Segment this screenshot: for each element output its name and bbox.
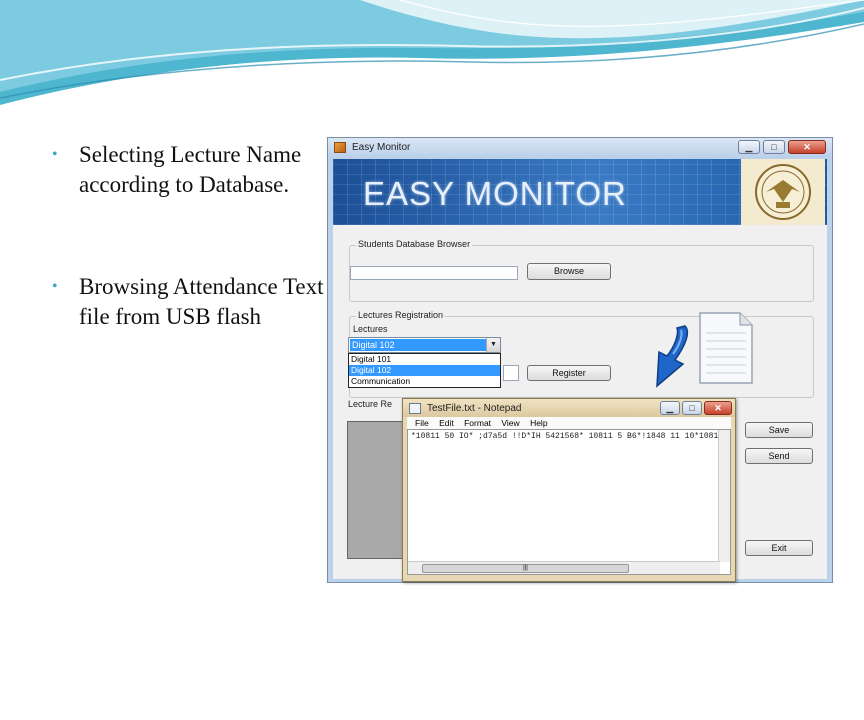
banner-title: EASY MONITOR	[363, 175, 627, 212]
lecture-report-label: Lecture Re	[348, 399, 393, 409]
window-title: Easy Monitor	[352, 142, 411, 153]
bullet-text: Selecting Lecture Name according to Data…	[79, 142, 302, 197]
register-button[interactable]: Register	[527, 365, 611, 381]
browse-button[interactable]: Browse	[527, 263, 611, 280]
minimize-button[interactable]: ▁	[738, 140, 760, 154]
notepad-title: TestFile.txt - Notepad	[427, 403, 522, 414]
window-titlebar: Easy Monitor ▁ □ ✕	[328, 138, 832, 158]
lectures-combobox[interactable]: Digital 102 ▼	[348, 337, 501, 353]
header-wave-decoration	[0, 0, 864, 105]
bullet-dot-icon: •	[52, 278, 58, 295]
menu-help[interactable]: Help	[530, 418, 547, 428]
banner: EASY MONITOR	[333, 159, 827, 225]
blue-arrow-icon	[656, 325, 689, 388]
menu-format[interactable]: Format	[464, 418, 491, 428]
notepad-content: *10811 50 IO* ;d7a5d !!D*IH 5421568* 108…	[411, 432, 724, 441]
bullet-item: • Browsing Attendance Text file from USB…	[52, 272, 329, 332]
notepad-close-button[interactable]: ✕	[704, 401, 732, 415]
scroll-thumb[interactable]: |||	[422, 564, 629, 573]
lecture-count-input[interactable]	[503, 365, 519, 381]
maximize-button[interactable]: □	[763, 140, 785, 154]
app-icon	[334, 142, 346, 153]
send-button[interactable]: Send	[745, 448, 813, 464]
notepad-text-area[interactable]: *10811 50 IO* ;d7a5d !!D*IH 5421568* 108…	[407, 429, 731, 575]
notepad-maximize-button[interactable]: □	[682, 401, 702, 415]
horizontal-scrollbar[interactable]: |||	[408, 561, 720, 574]
menu-edit[interactable]: Edit	[439, 418, 454, 428]
dropdown-option[interactable]: Digital 101	[349, 354, 500, 365]
chevron-down-icon[interactable]: ▼	[486, 338, 500, 352]
students-group-label: Students Database Browser	[356, 239, 473, 249]
dropdown-option-highlighted[interactable]: Digital 102	[349, 365, 500, 376]
document-icon	[699, 312, 753, 384]
university-seal-icon	[741, 159, 825, 225]
notepad-menubar: File Edit Format View Help	[407, 417, 731, 429]
exit-button[interactable]: Exit	[745, 540, 813, 556]
save-button[interactable]: Save	[745, 422, 813, 438]
bullet-text: Browsing Attendance Text file from USB f…	[79, 274, 324, 329]
notepad-icon	[409, 403, 421, 414]
menu-file[interactable]: File	[415, 418, 429, 428]
notepad-window: TestFile.txt - Notepad ▁ □ ✕ File Edit F…	[402, 398, 736, 582]
lectures-group-label: Lectures Registration	[356, 310, 446, 320]
vertical-scrollbar[interactable]	[718, 430, 730, 562]
close-button[interactable]: ✕	[788, 140, 826, 154]
combo-selected-value: Digital 102	[350, 339, 486, 351]
bullet-item: • Selecting Lecture Name according to Da…	[52, 140, 329, 200]
notepad-minimize-button[interactable]: ▁	[660, 401, 680, 415]
notepad-titlebar: TestFile.txt - Notepad ▁ □ ✕	[403, 399, 735, 417]
menu-view[interactable]: View	[501, 418, 519, 428]
lectures-label: Lectures	[353, 324, 388, 334]
dropdown-option[interactable]: Communication	[349, 376, 500, 387]
bullet-dot-icon: •	[52, 146, 58, 163]
lectures-dropdown-list: Digital 101 Digital 102 Communication	[348, 353, 501, 388]
file-path-input[interactable]	[350, 266, 518, 280]
